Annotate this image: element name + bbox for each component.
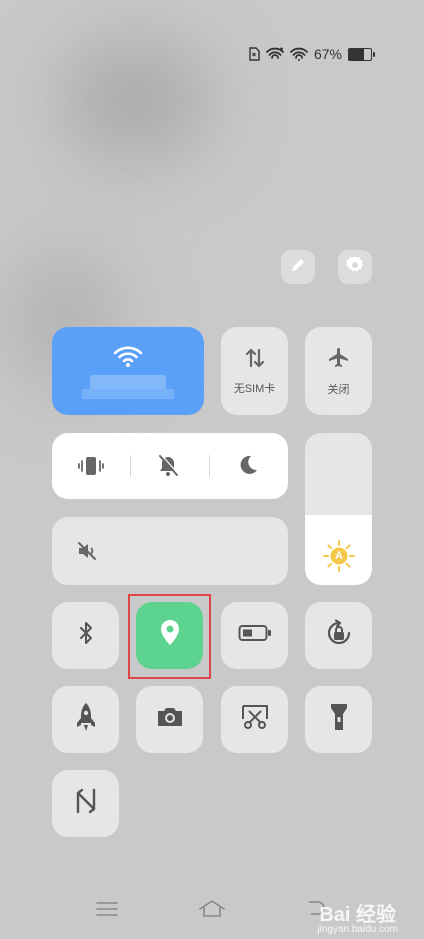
watermark-url: jingyan.baidu.com [317,924,398,935]
flashlight-icon [330,702,348,737]
battery-level-fill [349,48,364,60]
do-not-disturb-moon-icon[interactable] [237,454,259,481]
navigation-bar: Bai 经验 jingyan.baidu.com [0,879,424,939]
wifi-network-name-placeholder [90,374,166,389]
home-icon[interactable] [198,899,226,922]
camera-tile[interactable] [136,686,203,753]
bluetooth-icon [77,621,95,650]
mobile-data-label: 无SIM卡 [233,382,276,395]
no-sim-icon [248,47,260,61]
screenshot-icon [240,703,270,736]
rotation-lock-icon [325,619,353,652]
volume-slider[interactable] [52,517,288,585]
camera-icon [155,705,185,734]
nfc-icon [75,787,97,820]
airplane-mode-label: 关闭 [327,383,350,396]
flashlight-tile[interactable] [305,686,372,753]
battery-percent: 67% [313,46,342,62]
mute-bell-icon[interactable] [157,454,179,483]
battery-saver-tile[interactable] [221,602,288,669]
wifi-network-name-placeholder [82,388,174,399]
wifi-icon [290,47,308,61]
background-blur [60,40,210,160]
screenshot-tile[interactable] [221,686,288,753]
battery-saver-icon [238,624,272,647]
divider [130,455,131,477]
vibrate-icon[interactable] [77,455,105,482]
airplane-mode-tile[interactable]: 关闭 [305,327,372,415]
auto-brightness-badge: A [335,550,343,562]
wifi-tile[interactable] [52,327,204,415]
mobile-data-tile[interactable]: 无SIM卡 [221,327,288,415]
bluetooth-tile[interactable] [52,602,119,669]
auto-brightness-icon: A [322,539,356,578]
edit-button[interactable] [281,250,315,284]
settings-button[interactable] [338,250,372,284]
battery-icon [348,47,375,61]
gear-icon [345,255,365,280]
airplane-icon [327,346,351,375]
divider [209,455,210,477]
wifi-icon [113,344,143,373]
menu-icon[interactable] [96,901,118,922]
highlight-box [128,594,211,679]
watermark: Bai 经验 [319,904,396,926]
rotation-lock-tile[interactable] [305,602,372,669]
data-arrows-icon [244,347,266,374]
nfc-tile[interactable] [52,770,119,837]
volume-muted-icon [76,540,98,567]
game-boost-tile[interactable] [52,686,119,753]
pencil-icon [289,256,307,279]
sound-mode-card [52,433,288,499]
rocket-icon [75,702,97,737]
status-bar: 67% [248,46,375,62]
brightness-slider[interactable]: A [305,433,372,585]
wifi-calling-icon [266,47,284,61]
